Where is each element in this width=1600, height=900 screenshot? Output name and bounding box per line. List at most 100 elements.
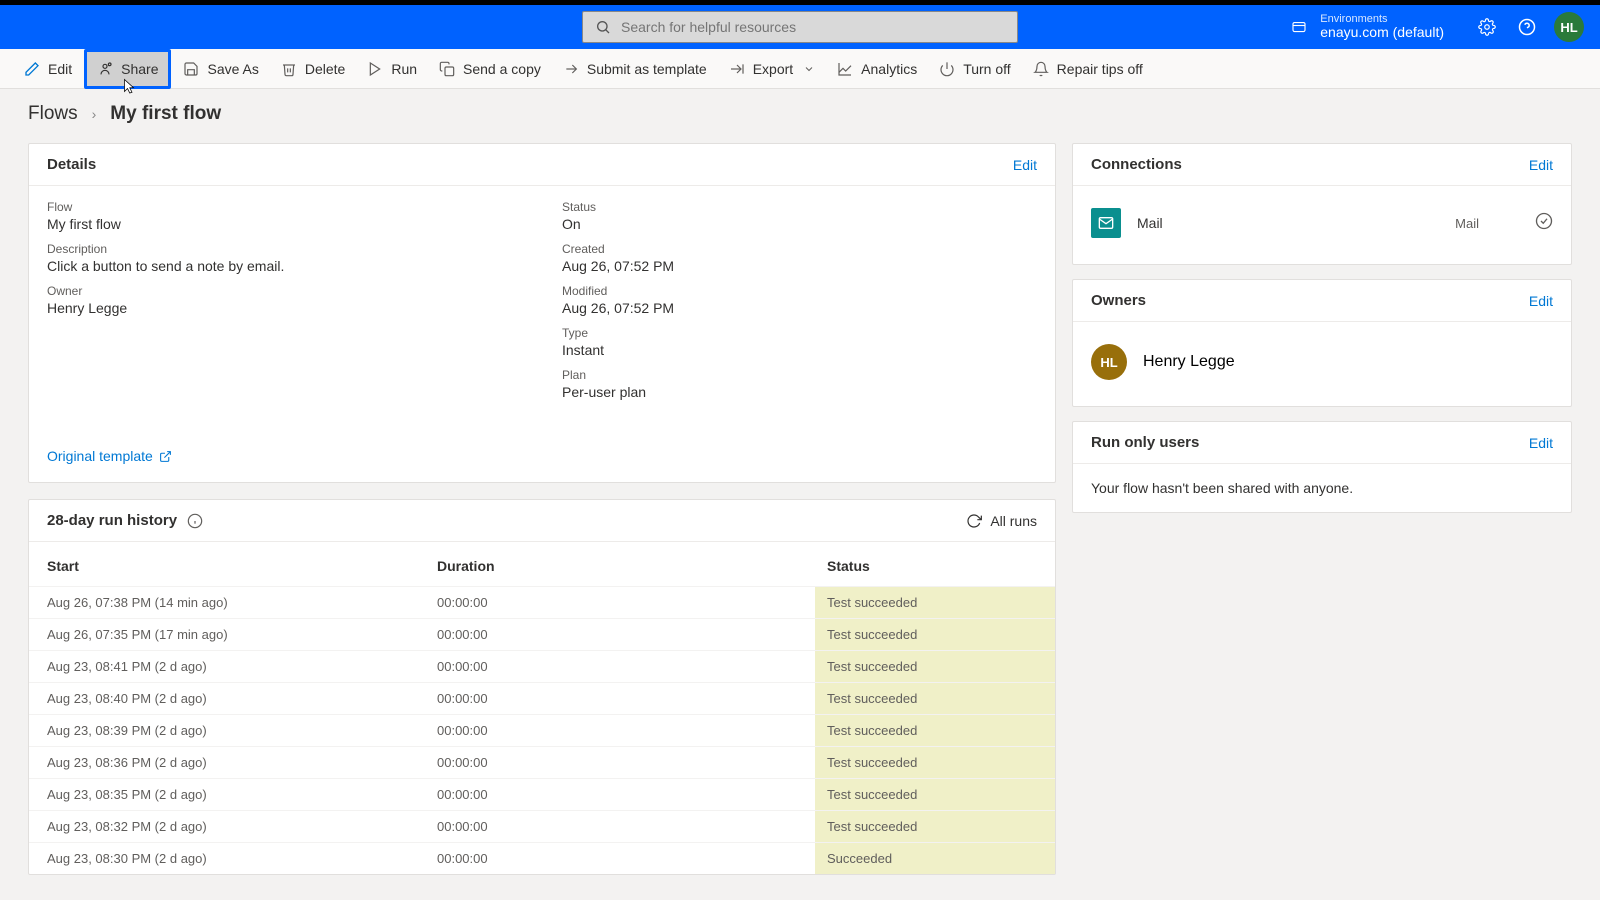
delete-button[interactable]: Delete (271, 53, 355, 85)
refresh-icon (966, 513, 982, 529)
search-input[interactable] (621, 19, 1005, 35)
run-duration: 00:00:00 (437, 723, 827, 738)
connections-title: Connections (1091, 156, 1182, 173)
run-start: Aug 23, 08:41 PM (2 d ago) (47, 659, 437, 674)
owner-avatar: HL (1091, 344, 1127, 380)
run-duration: 00:00:00 (437, 755, 827, 770)
table-row[interactable]: Aug 23, 08:32 PM (2 d ago)00:00:00Test s… (29, 810, 1055, 842)
run-duration: 00:00:00 (437, 851, 827, 866)
modified-label: Modified (562, 284, 1037, 298)
run-start: Aug 26, 07:38 PM (14 min ago) (47, 595, 437, 610)
run-status: Test succeeded (815, 683, 1055, 714)
plan-label: Plan (562, 368, 1037, 382)
trash-icon (281, 61, 297, 77)
bell-icon (1033, 61, 1049, 77)
run-status: Test succeeded (815, 587, 1055, 618)
run-start: Aug 23, 08:30 PM (2 d ago) (47, 851, 437, 866)
environment-icon (1290, 18, 1308, 36)
table-row[interactable]: Aug 23, 08:36 PM (2 d ago)00:00:00Test s… (29, 746, 1055, 778)
breadcrumb: Flows › My first flow (0, 89, 1600, 133)
description-label: Description (47, 242, 522, 256)
submit-template-button[interactable]: Submit as template (553, 53, 717, 85)
runonly-body: Your flow hasn't been shared with anyone… (1073, 464, 1571, 512)
table-row[interactable]: Aug 26, 07:35 PM (17 min ago)00:00:00Tes… (29, 618, 1055, 650)
table-row[interactable]: Aug 23, 08:39 PM (2 d ago)00:00:00Test s… (29, 714, 1055, 746)
chevron-right-icon: › (92, 106, 97, 122)
analytics-button[interactable]: Analytics (827, 53, 927, 85)
status-value: On (562, 216, 1037, 232)
owner-label: Owner (47, 284, 522, 298)
run-status: Test succeeded (815, 715, 1055, 746)
run-status: Test succeeded (815, 619, 1055, 650)
search-box[interactable] (582, 11, 1018, 43)
connections-card: Connections Edit Mail Mail (1072, 143, 1572, 265)
pencil-icon (24, 61, 40, 77)
run-button[interactable]: Run (357, 53, 427, 85)
type-label: Type (562, 326, 1037, 340)
arrow-right-icon (563, 61, 579, 77)
settings-icon[interactable] (1478, 18, 1496, 36)
history-title: 28-day run history (47, 512, 177, 529)
share-button[interactable]: Share (84, 49, 171, 89)
search-icon (595, 19, 611, 35)
help-icon[interactable] (1518, 18, 1536, 36)
check-circle-icon (1535, 212, 1553, 235)
breadcrumb-current: My first flow (110, 103, 221, 125)
run-status: Succeeded (815, 843, 1055, 874)
run-duration: 00:00:00 (437, 595, 827, 610)
col-status[interactable]: Status (827, 558, 1037, 574)
connection-secondary: Mail (1455, 216, 1479, 231)
turn-off-button[interactable]: Turn off (929, 53, 1020, 85)
breadcrumb-root[interactable]: Flows (28, 103, 78, 125)
run-status: Test succeeded (815, 747, 1055, 778)
repair-tips-button[interactable]: Repair tips off (1023, 53, 1153, 85)
owners-card: Owners Edit HL Henry Legge (1072, 279, 1572, 407)
status-label: Status (562, 200, 1037, 214)
modified-value: Aug 26, 07:52 PM (562, 300, 1037, 316)
run-duration: 00:00:00 (437, 819, 827, 834)
env-value: enayu.com (default) (1320, 25, 1444, 40)
table-row[interactable]: Aug 23, 08:41 PM (2 d ago)00:00:00Test s… (29, 650, 1055, 682)
copy-icon (439, 61, 455, 77)
connections-edit-link[interactable]: Edit (1529, 157, 1553, 173)
global-header: Environments enayu.com (default) HL (0, 5, 1600, 49)
owner-name: Henry Legge (1143, 353, 1235, 371)
details-title: Details (47, 156, 96, 173)
save-icon (183, 61, 199, 77)
run-status: Test succeeded (815, 651, 1055, 682)
all-runs-button[interactable]: All runs (966, 513, 1037, 529)
chevron-down-icon (803, 63, 815, 75)
table-row[interactable]: Aug 23, 08:40 PM (2 d ago)00:00:00Test s… (29, 682, 1055, 714)
run-start: Aug 23, 08:35 PM (2 d ago) (47, 787, 437, 802)
save-as-button[interactable]: Save As (173, 53, 268, 85)
info-icon[interactable] (187, 513, 203, 529)
user-avatar[interactable]: HL (1554, 12, 1584, 42)
run-start: Aug 23, 08:36 PM (2 d ago) (47, 755, 437, 770)
created-label: Created (562, 242, 1037, 256)
table-row[interactable]: Aug 23, 08:30 PM (2 d ago)00:00:00Succee… (29, 842, 1055, 874)
run-status: Test succeeded (815, 811, 1055, 842)
runonly-title: Run only users (1091, 434, 1199, 451)
edit-button[interactable]: Edit (14, 53, 82, 85)
history-table-header: Start Duration Status (29, 541, 1055, 586)
original-template-link[interactable]: Original template (47, 448, 1037, 464)
col-start[interactable]: Start (47, 558, 437, 574)
connection-item[interactable]: Mail Mail (1091, 200, 1553, 246)
run-duration: 00:00:00 (437, 691, 827, 706)
col-duration[interactable]: Duration (437, 558, 827, 574)
details-card: Details Edit FlowMy first flow Descripti… (28, 143, 1056, 483)
send-copy-button[interactable]: Send a copy (429, 53, 551, 85)
external-link-icon (159, 450, 172, 463)
table-row[interactable]: Aug 26, 07:38 PM (14 min ago)00:00:00Tes… (29, 586, 1055, 618)
power-icon (939, 61, 955, 77)
run-start: Aug 23, 08:32 PM (2 d ago) (47, 819, 437, 834)
table-row[interactable]: Aug 23, 08:35 PM (2 d ago)00:00:00Test s… (29, 778, 1055, 810)
owner-value: Henry Legge (47, 300, 522, 316)
export-button[interactable]: Export (719, 53, 825, 85)
run-history-card: 28-day run history All runs Start Durati… (28, 499, 1056, 875)
owner-item[interactable]: HL Henry Legge (1091, 336, 1553, 388)
environment-picker[interactable]: Environments enayu.com (default) (1290, 13, 1444, 40)
runonly-edit-link[interactable]: Edit (1529, 435, 1553, 451)
owners-edit-link[interactable]: Edit (1529, 293, 1553, 309)
details-edit-link[interactable]: Edit (1013, 157, 1037, 173)
